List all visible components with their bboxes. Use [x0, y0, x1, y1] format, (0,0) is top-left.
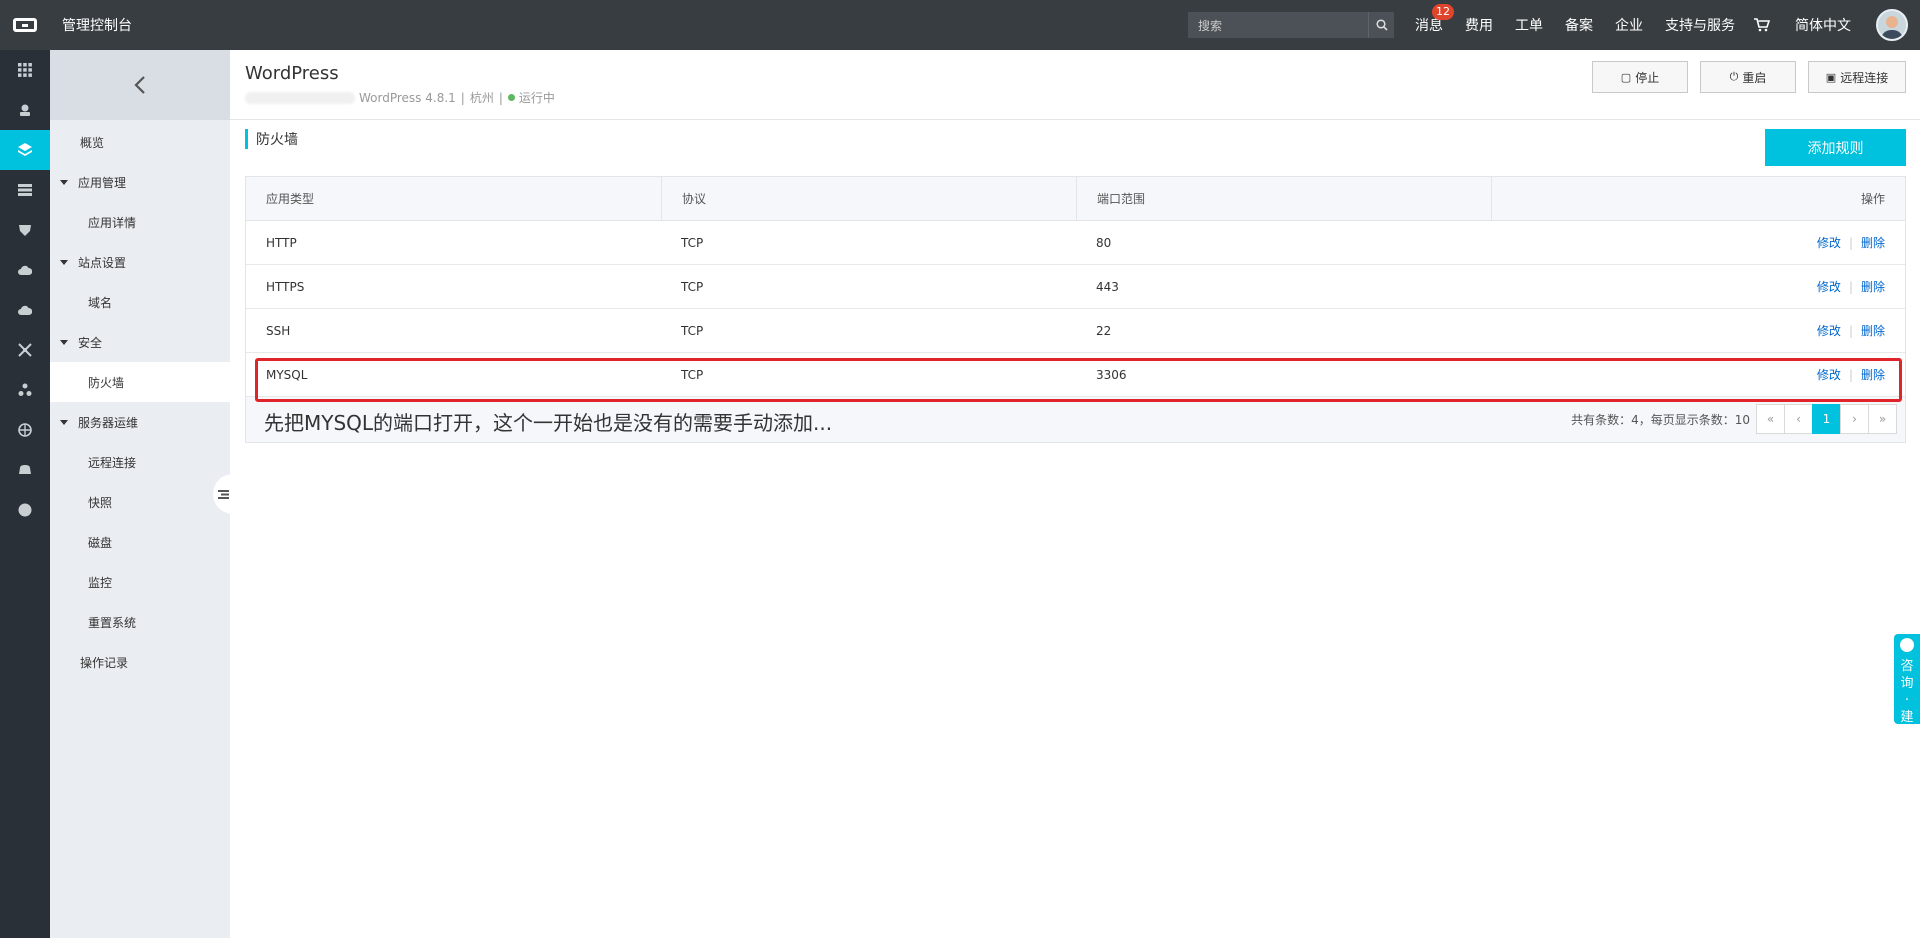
power-icon: ⏻ [1729, 70, 1739, 83]
firewall-table: 应用类型 协议 端口范围 操作 HTTP TCP 80 修改 | 删除 HTTPS … [245, 176, 1906, 443]
table-header: 应用类型 协议 端口范围 操作 [246, 177, 1905, 221]
enterprise-link[interactable]: 企业 [1604, 15, 1654, 35]
col-header-actions: 操作 [1491, 177, 1905, 220]
sidebar-item-reset[interactable]: 重置系统 [50, 602, 230, 642]
section-title: 防火墙 [256, 132, 298, 148]
support-link[interactable]: 支持与服务 [1654, 15, 1746, 35]
shield-icon[interactable] [0, 210, 50, 250]
restart-button[interactable]: ⏻ 重启 [1700, 61, 1796, 93]
table-row: SSH TCP 22 修改 | 删除 [246, 309, 1905, 353]
sidebar-group-security[interactable]: 安全 [50, 322, 230, 362]
sidebar-item-monitor[interactable]: 监控 [50, 562, 230, 602]
search-input[interactable]: 搜索 [1188, 12, 1394, 38]
status-dot-icon [507, 94, 515, 101]
stop-icon: ▢ [1620, 70, 1632, 84]
section-header: 防火墙 [245, 129, 298, 149]
edit-link[interactable]: 修改 [1817, 278, 1841, 295]
page-header: WordPress WordPress 4.8.1 | 杭州 | 运行中 ▢ 停止… [230, 50, 1920, 120]
globe-icon[interactable] [0, 410, 50, 450]
cart-icon[interactable] [1746, 18, 1784, 32]
monitor-icon: ▣ [1825, 70, 1837, 84]
sidebar-group-app-mgmt[interactable]: 应用管理 [50, 162, 230, 202]
next-page-button[interactable]: › [1840, 404, 1869, 434]
stop-button[interactable]: ▢ 停止 [1592, 61, 1688, 93]
messages-badge: 12 [1432, 4, 1454, 20]
circle-icon[interactable] [0, 490, 50, 530]
table-footer: 先把MYSQL的端口打开，这个一开始也是没有的需要手动添加... 共有条数：4，… [246, 397, 1905, 442]
col-header-port: 端口范围 [1076, 177, 1491, 220]
filing-link[interactable]: 备案 [1554, 15, 1604, 35]
messages-link[interactable]: 消息 12 [1404, 4, 1454, 35]
database-icon[interactable] [0, 170, 50, 210]
first-page-button[interactable]: « [1756, 404, 1785, 434]
product-icon-bar [0, 50, 50, 938]
cloud-upload-icon[interactable] [0, 290, 50, 330]
avatar[interactable] [1876, 9, 1908, 41]
add-rule-button[interactable]: 添加规则 [1765, 129, 1906, 166]
last-page-button[interactable]: » [1868, 404, 1897, 434]
col-header-protocol: 协议 [661, 177, 1076, 220]
annotation-text: 先把MYSQL的端口打开，这个一开始也是没有的需要手动添加... [264, 411, 833, 435]
delete-link[interactable]: 删除 [1861, 278, 1885, 295]
caret-down-icon [60, 259, 68, 265]
camera-icon[interactable] [0, 450, 50, 490]
mysql-row-highlight-box [255, 358, 1902, 402]
headset-icon [1900, 638, 1914, 652]
language-link[interactable]: 简体中文 [1784, 15, 1862, 35]
caret-down-icon [60, 339, 68, 345]
grid-icon[interactable] [0, 50, 50, 90]
caret-down-icon [60, 419, 68, 425]
search-icon[interactable] [1368, 12, 1394, 38]
page-title: WordPress [245, 63, 339, 84]
status-text: 运行中 [518, 91, 555, 105]
pagination: « ‹ 1 › » [1756, 404, 1897, 434]
blurred-instance-name [245, 91, 355, 104]
app-icon[interactable] [0, 130, 50, 170]
instance-info: WordPress 4.8.1 | 杭州 | 运行中 [245, 89, 555, 106]
sidebar: 概览 应用管理 应用详情 站点设置 域名 安全 防火墙 服务器运维 远程连接 快… [50, 50, 230, 938]
sidebar-group-server-ops[interactable]: 服务器运维 [50, 402, 230, 442]
fees-link[interactable]: 费用 [1454, 15, 1504, 35]
sidebar-group-site-settings[interactable]: 站点设置 [50, 242, 230, 282]
menu-collapse-icon [217, 489, 229, 499]
top-navbar: 管理控制台 搜索 消息 12 费用 工单 备案 企业 支持与服务 简体中文 [0, 0, 1920, 50]
sidebar-item-disk[interactable]: 磁盘 [50, 522, 230, 562]
edit-link[interactable]: 修改 [1817, 234, 1841, 251]
robot-icon[interactable] [0, 90, 50, 130]
table-row: HTTPS TCP 443 修改 | 删除 [246, 265, 1905, 309]
console-title[interactable]: 管理控制台 [62, 15, 132, 35]
table-row: HTTP TCP 80 修改 | 删除 [246, 221, 1905, 265]
prev-page-button[interactable]: ‹ [1784, 404, 1813, 434]
sidebar-item-overview[interactable]: 概览 [50, 122, 230, 162]
back-button[interactable] [50, 50, 230, 120]
col-header-type: 应用类型 [266, 192, 315, 206]
caret-down-icon [60, 179, 68, 185]
sidebar-item-oplog[interactable]: 操作记录 [50, 642, 230, 682]
sidebar-item-snapshot[interactable]: 快照 [50, 482, 230, 522]
ticket-link[interactable]: 工单 [1504, 15, 1554, 35]
delete-link[interactable]: 删除 [1861, 322, 1885, 339]
page-1-button[interactable]: 1 [1812, 404, 1841, 434]
chevron-left-icon [134, 76, 145, 94]
sidebar-item-app-detail[interactable]: 应用详情 [50, 202, 230, 242]
pager-info: 共有条数：4，每页显示条数：10 [1571, 413, 1750, 427]
sidebar-item-domain[interactable]: 域名 [50, 282, 230, 322]
cluster-icon[interactable] [0, 370, 50, 410]
network-icon[interactable] [0, 330, 50, 370]
sidebar-item-firewall[interactable]: 防火墙 [50, 362, 230, 402]
cloud-icon[interactable] [0, 250, 50, 290]
sidebar-item-remote[interactable]: 远程连接 [50, 442, 230, 482]
remote-connect-button[interactable]: ▣ 远程连接 [1808, 61, 1906, 93]
delete-link[interactable]: 删除 [1861, 234, 1885, 251]
aliyun-logo[interactable] [0, 0, 50, 50]
feedback-tab[interactable]: 咨 询 · 建 议 [1894, 634, 1920, 742]
edit-link[interactable]: 修改 [1817, 322, 1841, 339]
